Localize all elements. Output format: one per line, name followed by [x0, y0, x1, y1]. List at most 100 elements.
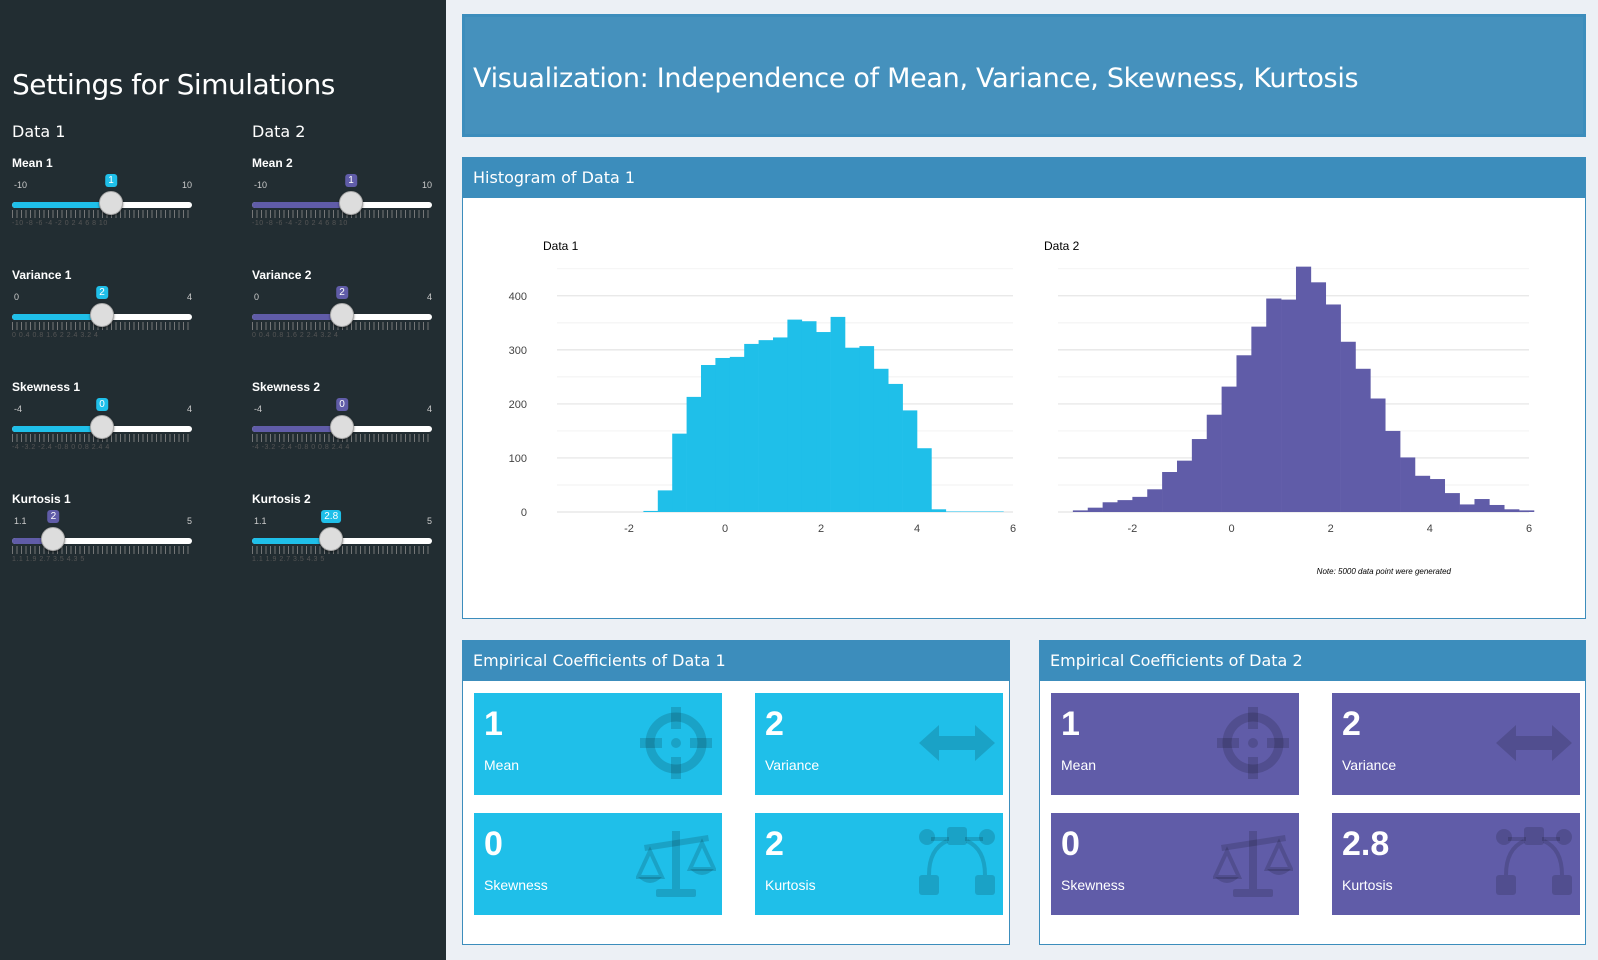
value-box-number: 2 — [765, 705, 784, 743]
value-box-variance: 2 Variance — [755, 693, 1003, 795]
slider-label: Kurtosis 2 — [252, 492, 311, 506]
value-box-label: Skewness — [1061, 877, 1125, 893]
slider-min: -10 — [254, 180, 268, 190]
histogram-bar — [1325, 304, 1341, 512]
x-tick-label: 6 — [1526, 523, 1532, 535]
histogram-bar — [1102, 502, 1118, 512]
histogram-bar — [1087, 507, 1103, 512]
slider-skewness-2[interactable]: Skewness 2 -4 4 -4 -3.2 -2.4 -0.8 0 0.8 2.4… — [252, 380, 432, 480]
histogram-bar — [931, 509, 947, 512]
value-box-label: Kurtosis — [765, 877, 816, 893]
slider-max: 5 — [426, 516, 432, 526]
value-box-kurtosis: 2 Kurtosis — [755, 813, 1003, 915]
histogram-chart: Note: 5000 data point were generated -2 0… — [509, 239, 1535, 576]
slider-min: 1.1 — [254, 516, 267, 526]
slider-tick-labels: -4 -3.2 -2.4 -0.8 0 0.8 2.4 4 — [252, 444, 350, 451]
slider-handle[interactable] — [99, 191, 123, 215]
slider-track[interactable] — [12, 538, 192, 544]
slider-tick-labels: 0 0.4 0.8 1.6 2 2.4 3.2 4 — [12, 332, 99, 339]
x-tick-label: -2 — [1127, 523, 1137, 535]
balance-scale-icon — [636, 831, 716, 897]
slider-min: 1.1 — [14, 516, 27, 526]
slider-handle[interactable] — [330, 303, 354, 327]
histogram-bar — [1206, 414, 1222, 512]
value-box-mean: 1 Mean — [474, 693, 722, 795]
slider-min: 0 — [254, 292, 260, 302]
slider-kurtosis-2[interactable]: Kurtosis 2 1.1 5 1.1 1.9 2.7 3.5 4.3 5 2.8 — [252, 492, 432, 592]
slider-tick-labels: 1.1 1.9 2.7 3.5 4.3 5 — [252, 556, 325, 563]
value-box-kurtosis: 2.8 Kurtosis — [1332, 813, 1580, 915]
value-box-number: 2 — [765, 825, 784, 863]
histogram-bar — [1132, 496, 1148, 512]
slider-mean-2[interactable]: Mean 2 -10 10 -10 -8 -6 -4 -2 0 2 4 6 8 10 1 — [252, 156, 432, 256]
histogram-bar — [1370, 398, 1386, 512]
y-tick-label: 200 — [509, 399, 527, 411]
panel-title: Data 1 — [543, 239, 579, 253]
slider-handle[interactable] — [319, 527, 344, 551]
histogram-bar — [945, 511, 961, 512]
coef2-box: Empirical Coefficients of Data 2 1 Mean 2… — [1039, 640, 1586, 945]
x-tick-label: 2 — [1328, 523, 1334, 535]
slider-handle[interactable] — [330, 415, 354, 439]
histogram-bar — [1072, 510, 1089, 512]
histogram-bar — [859, 346, 875, 512]
slider-max: 4 — [186, 404, 192, 414]
histogram-bar — [1504, 509, 1520, 512]
histogram-bar — [773, 337, 788, 512]
histogram-bar — [974, 511, 990, 512]
y-tick-label: 0 — [521, 507, 527, 519]
histogram-bar — [917, 448, 932, 512]
value-box-skewness: 0 Skewness — [1051, 813, 1299, 915]
slider-handle[interactable] — [339, 191, 363, 215]
slider-variance-1[interactable]: Variance 1 0 4 0 0.4 0.8 1.6 2 2.4 3.2 4 2 — [12, 268, 192, 368]
slider-handle[interactable] — [90, 303, 114, 327]
bezier-curve-icon — [919, 827, 995, 895]
value-box-label: Variance — [1342, 757, 1397, 773]
slider-skewness-1[interactable]: Skewness 1 -4 4 -4 -3.2 -2.4 -0.8 0 0.8 2.4… — [12, 380, 192, 480]
value-box-skewness: 0 Skewness — [474, 813, 722, 915]
slider-variance-2[interactable]: Variance 2 0 4 0 0.4 0.8 1.6 2 2.4 3.2 4 2 — [252, 268, 432, 368]
slider-kurtosis-1[interactable]: Kurtosis 1 1.1 5 1.1 1.9 2.7 3.5 4.3 5 2 — [12, 492, 192, 592]
slider-max: 10 — [421, 180, 432, 190]
slider-mean-1[interactable]: Mean 1 -10 10 -10 -8 -6 -4 -2 0 2 4 6 8 10 1 — [12, 156, 192, 256]
slider-handle[interactable] — [90, 415, 114, 439]
slider-label: Skewness 1 — [12, 380, 81, 394]
slider-label: Variance 1 — [12, 268, 72, 282]
value-box-mean: 1 Mean — [1051, 693, 1299, 795]
histogram-bar — [1162, 472, 1178, 512]
slider-value: 2.8 — [321, 510, 342, 523]
slider-label: Mean 1 — [12, 156, 53, 170]
histogram-bar — [787, 319, 803, 512]
slider-ticks — [252, 546, 432, 554]
x-tick-label: 4 — [914, 523, 920, 535]
x-tick-label: 2 — [818, 523, 824, 535]
crosshairs-icon — [1217, 707, 1289, 779]
value-box-number: 1 — [1061, 705, 1080, 743]
coef1-box-title: Empirical Coefficients of Data 1 — [463, 641, 1009, 681]
histogram-bar — [888, 383, 903, 512]
slider-tick-labels: 1.1 1.9 2.7 3.5 4.3 5 — [12, 556, 85, 563]
histogram-bar — [1266, 298, 1282, 512]
slider-fill — [252, 202, 351, 208]
slider-min: -4 — [254, 404, 263, 414]
histogram-bar — [1444, 493, 1460, 512]
histogram-bar — [657, 490, 673, 512]
histogram-bar — [1236, 355, 1252, 512]
histogram-bar — [1459, 504, 1475, 512]
slider-label: Skewness 2 — [252, 380, 321, 394]
histogram-bar — [1281, 299, 1297, 512]
x-tick-label: -2 — [624, 523, 634, 535]
histogram-bar — [1519, 510, 1535, 512]
histogram-bar — [1295, 266, 1312, 512]
slider-ticks — [12, 546, 192, 554]
histogram-bar — [845, 347, 860, 512]
histogram-bar — [715, 357, 731, 512]
data2-column-title: Data 2 — [252, 122, 306, 141]
value-box-label: Mean — [484, 757, 520, 773]
slider-fill — [252, 426, 342, 432]
crosshairs-icon — [640, 707, 712, 779]
slider-value: 0 — [336, 398, 348, 411]
chart-note: Note: 5000 data point were generated — [1317, 567, 1452, 576]
histogram-bar — [744, 343, 759, 512]
slider-tick-labels: -10 -8 -6 -4 -2 0 2 4 6 8 10 — [12, 220, 108, 227]
